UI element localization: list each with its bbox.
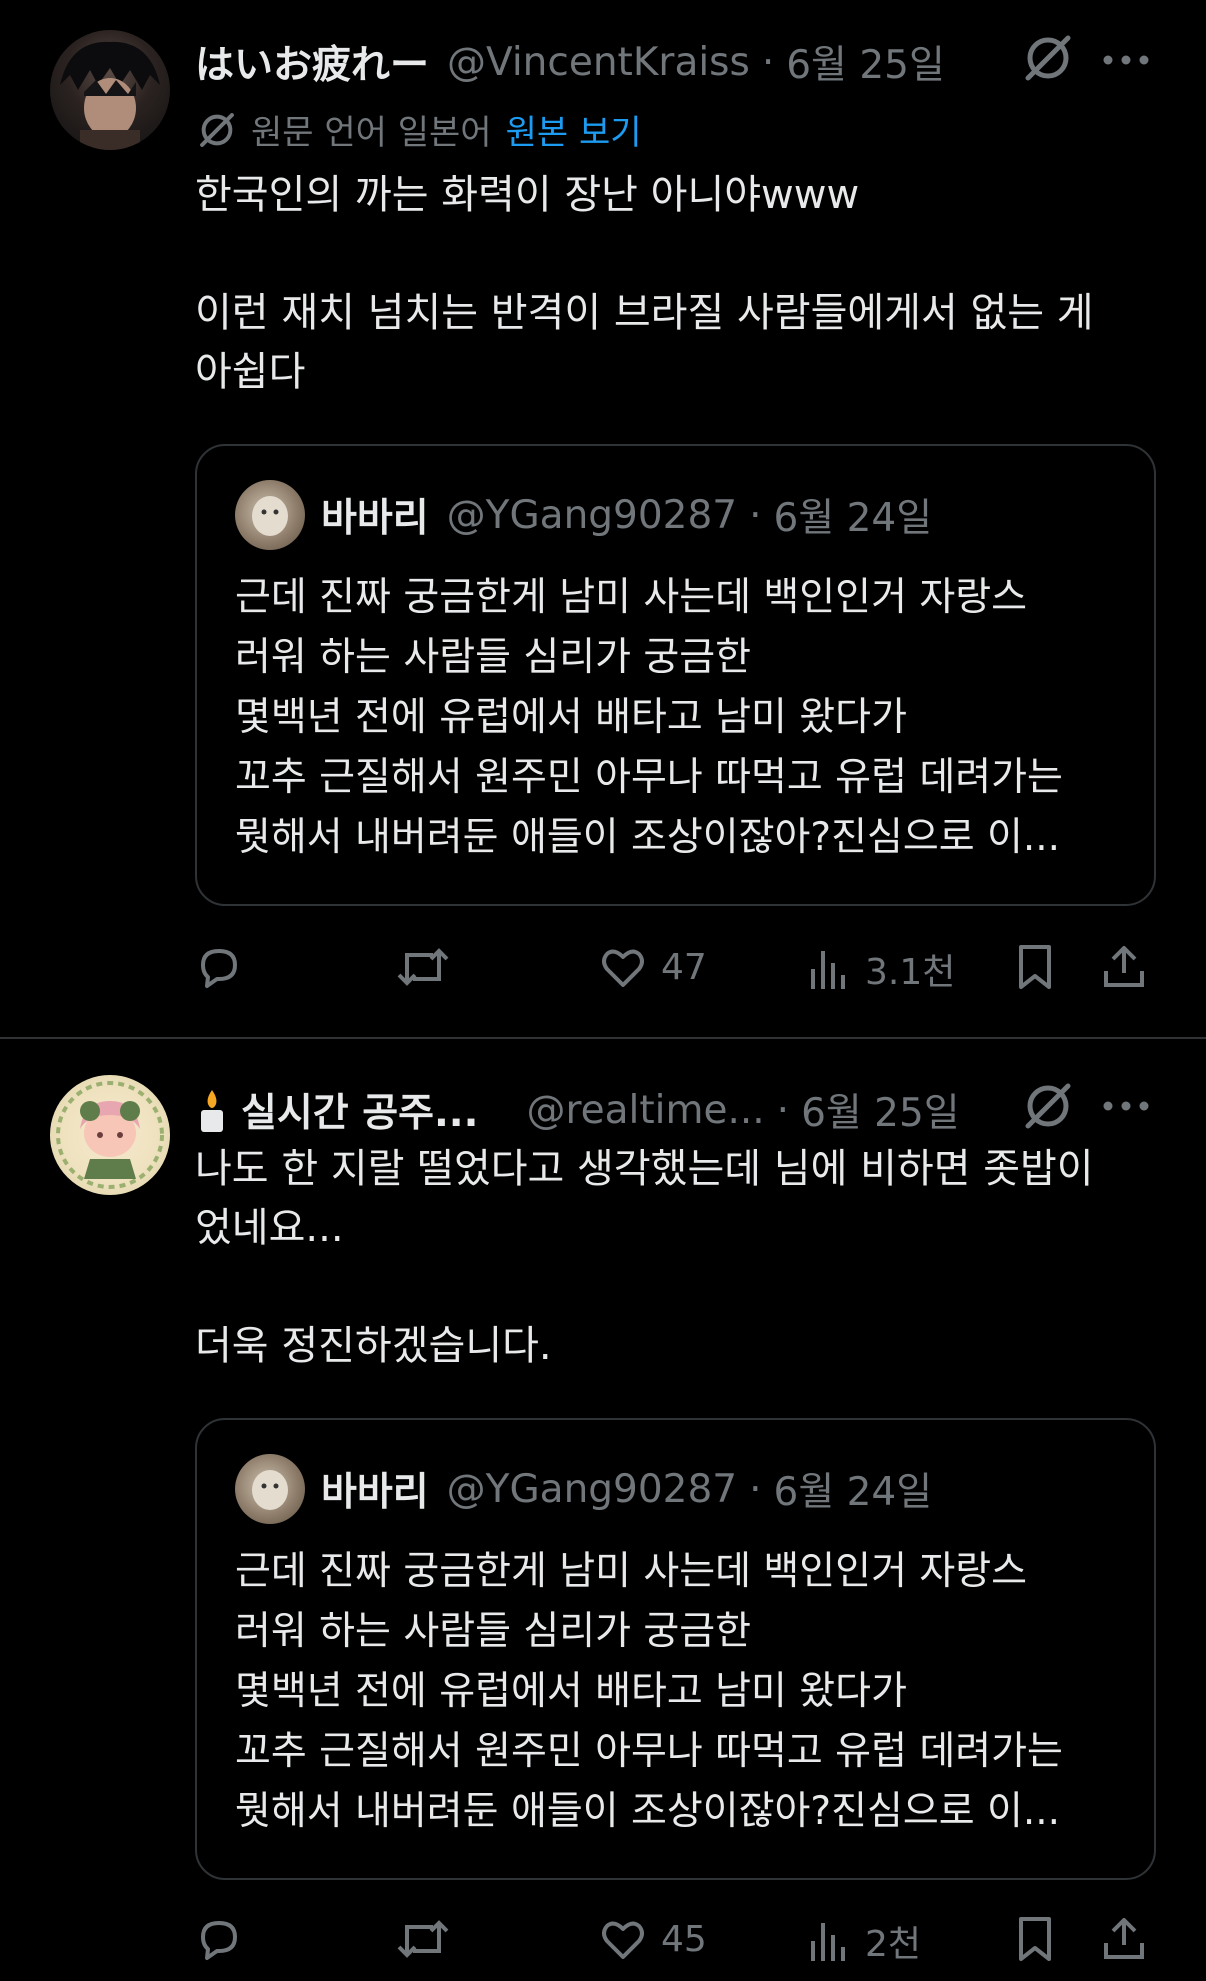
translation-language: 원문 언어 일본어 (251, 113, 492, 153)
view-count: 3.1천 (865, 952, 956, 993)
grok-icon[interactable] (1020, 1078, 1076, 1134)
retweet-icon (397, 1920, 449, 1958)
like-count: 47 (661, 946, 707, 988)
quoted-date: 6월 24일 (773, 496, 933, 541)
share-button[interactable] (1100, 1915, 1148, 1963)
like-count: 45 (661, 1918, 707, 1960)
tweet-date[interactable]: 6월 25일 (801, 1082, 960, 1138)
avatar[interactable] (50, 30, 170, 150)
views-icon (811, 951, 845, 989)
tweet-header: 실시간 공주... @realtime... · 6월 25일 (195, 1082, 960, 1138)
more-icon[interactable] (1098, 48, 1154, 72)
quoted-display-name: 바바리 (321, 1470, 429, 1515)
reply-icon (201, 949, 237, 988)
like-icon (602, 1921, 644, 1959)
retweet-button[interactable] (395, 943, 451, 991)
quoted-tweet-header: 바바리 @YGang90287 · 6월 24일 (235, 480, 932, 550)
view-original-link[interactable]: 원본 보기 (506, 105, 642, 154)
separator-dot: · (749, 492, 762, 538)
views-button[interactable]: 3.1천 (807, 943, 955, 995)
like-button[interactable]: 45 (599, 1915, 707, 1963)
avatar[interactable] (50, 1075, 170, 1195)
quoted-tweet[interactable]: 바바리 @YGang90287 · 6월 24일 근데 진짜 궁금한게 남미 사… (195, 444, 1156, 906)
bookmark-icon (1019, 945, 1051, 989)
candle-icon (201, 1090, 223, 1132)
quoted-handle: @YGang90287 (446, 492, 738, 538)
share-icon (1104, 1918, 1144, 1959)
bookmark-button[interactable] (1013, 943, 1057, 991)
separator-dot: · (761, 39, 775, 85)
avatar-image (60, 41, 160, 150)
retweet-button[interactable] (395, 1915, 451, 1963)
quoted-tweet[interactable]: 바바리 @YGang90287 · 6월 24일 근데 진짜 궁금한게 남미 사… (195, 1418, 1156, 1880)
tweet-header: はいお疲れー @VincentKraiss · 6월 25일 (195, 34, 945, 90)
avatar-image (56, 1081, 164, 1189)
retweet-icon (397, 948, 449, 986)
like-icon (602, 949, 644, 987)
translation-bar: 원문 언어 일본어 원본 보기 (195, 105, 642, 154)
quoted-handle: @YGang90287 (446, 1466, 738, 1512)
reply-button[interactable] (195, 943, 243, 991)
tweet-date[interactable]: 6월 25일 (786, 34, 945, 90)
bookmark-icon (1019, 1917, 1051, 1961)
views-button[interactable]: 2천 (807, 1915, 921, 1967)
quoted-avatar (235, 480, 305, 550)
tweet[interactable]: はいお疲れー @VincentKraiss · 6월 25일 원문 언어 일본어… (0, 0, 1206, 1038)
more-icon[interactable] (1098, 1094, 1154, 1118)
reply-icon (201, 1921, 237, 1960)
quoted-display-name: 바바리 (321, 496, 429, 541)
quoted-date: 6월 24일 (773, 1470, 933, 1515)
separator-dot: · (776, 1087, 790, 1133)
translate-icon (200, 112, 234, 147)
grok-icon[interactable] (1020, 30, 1076, 86)
views-icon (811, 1923, 845, 1961)
reply-button[interactable] (195, 1915, 243, 1963)
quoted-tweet-text: 근데 진짜 궁금한게 남미 사는데 백인인거 자랑스 러워 하는 사람들 심리가… (235, 1549, 1063, 1834)
tweet-text: 한국인의 까는 화력이 장난 아니야www 이런 재치 넘치는 반격이 브라질 … (195, 172, 1094, 395)
action-bar: 45 2천 (195, 1915, 1155, 1975)
share-button[interactable] (1100, 943, 1148, 991)
user-handle[interactable]: @VincentKraiss (447, 40, 750, 85)
user-handle[interactable]: @realtime... (526, 1088, 764, 1133)
quoted-tweet-header: 바바리 @YGang90287 · 6월 24일 (235, 1454, 932, 1524)
bookmark-button[interactable] (1013, 1915, 1057, 1963)
share-icon (1104, 946, 1144, 987)
view-count: 2천 (865, 1924, 922, 1965)
tweet-divider (0, 1037, 1206, 1039)
tweet-text: 나도 한 지랄 떨었다고 생각했는데 님에 비하면 좃밥이 었네요... 더욱 … (195, 1146, 1094, 1369)
action-bar: 47 3.1천 (195, 943, 1155, 1003)
display-name[interactable]: はいお疲れー (195, 34, 429, 90)
quoted-tweet-text: 근데 진짜 궁금한게 남미 사는데 백인인거 자랑스 러워 하는 사람들 심리가… (235, 575, 1063, 860)
like-button[interactable]: 47 (599, 943, 707, 991)
quoted-avatar (235, 1454, 305, 1524)
display-name[interactable]: 실시간 공주... (241, 1082, 478, 1138)
separator-dot: · (749, 1466, 762, 1512)
